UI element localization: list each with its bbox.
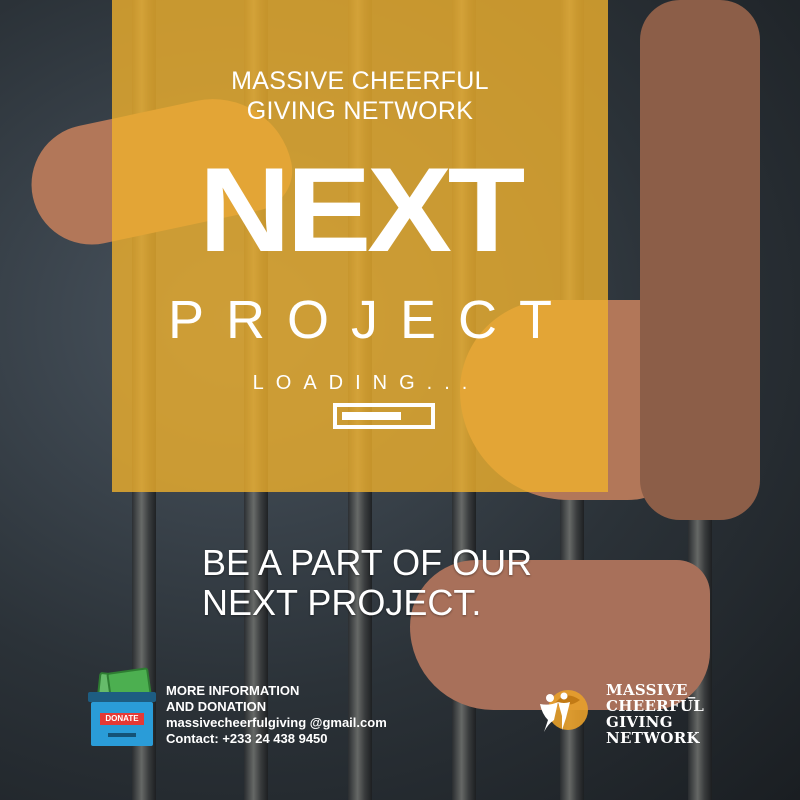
- call-to-action: BE A PART OF OUR NEXT PROJECT.: [202, 543, 622, 623]
- cta-line1: BE A PART OF OUR: [202, 542, 533, 583]
- info-line2: AND DONATION: [166, 699, 267, 714]
- globe-people-logo-icon: [540, 690, 588, 732]
- logo-line2: CHEERFUL: [606, 697, 705, 715]
- contact-phone[interactable]: Contact: +233 24 438 9450: [166, 731, 387, 747]
- loading-progress-fill: [342, 412, 401, 420]
- org-title-line2: GIVING NETWORK: [246, 97, 474, 125]
- loading-progress-bar: [333, 403, 435, 429]
- org-title-line1: MASSIVE CHEERFUL: [231, 67, 489, 95]
- arm-shape: [640, 0, 760, 520]
- organization-logo: MASSIVE_ CHEERFUL GIVING NETWORK: [536, 680, 736, 750]
- info-line1: MORE INFORMATION: [166, 683, 300, 698]
- box-lid: [88, 692, 156, 702]
- cta-line2: NEXT PROJECT.: [202, 582, 482, 623]
- project-headline: PROJECT: [167, 290, 575, 350]
- logo-line4: NETWORK: [606, 729, 700, 747]
- contact-info: MORE INFORMATION AND DONATION massiveche…: [166, 683, 387, 747]
- contact-email[interactable]: massivecheerfulgiving @gmail.com: [166, 715, 387, 731]
- donate-label: DONATE: [100, 713, 144, 725]
- logo-line3: GIVING: [606, 713, 673, 731]
- loading-text: LOADING...: [252, 372, 480, 394]
- logo-text: MASSIVE_ CHEERFUL GIVING NETWORK: [606, 682, 704, 746]
- box-slot: [108, 733, 136, 737]
- logo-line1: MASSIVE_: [606, 681, 696, 699]
- organization-title: MASSIVE CHEERFUL GIVING NETWORK: [112, 66, 608, 126]
- next-headline: NEXT: [198, 143, 526, 277]
- donation-box-icon: DONATE: [88, 667, 156, 748]
